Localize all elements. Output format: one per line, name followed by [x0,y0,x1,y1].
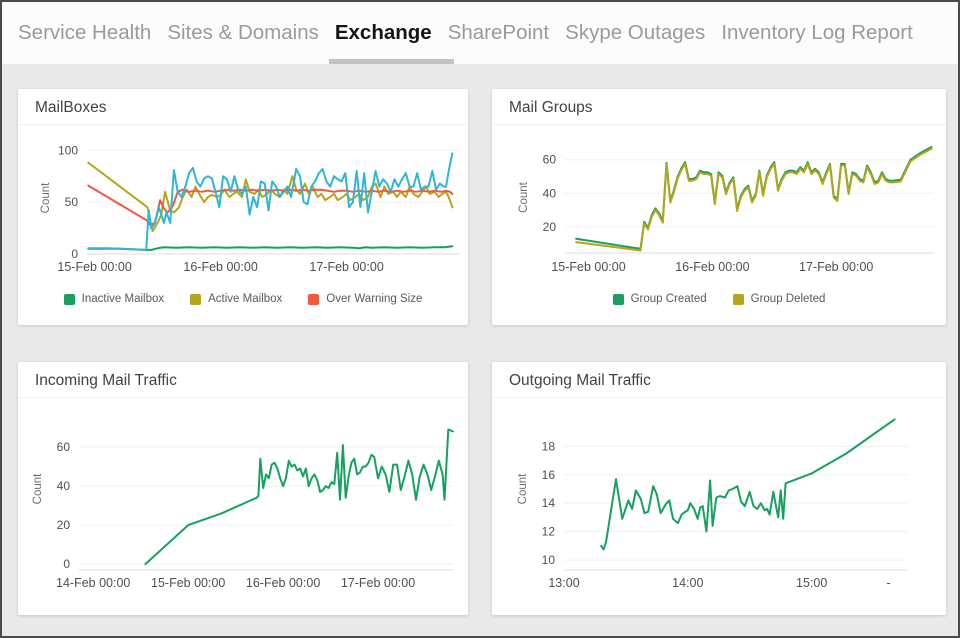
legend-swatch-icon [613,294,624,305]
x-tick-label: - [886,576,890,590]
x-tick-label: 15-Feb 00:00 [151,576,225,590]
y-tick-label: 16 [542,468,556,482]
y-tick-label: 10 [542,553,556,567]
tab-inventory-log-report[interactable]: Inventory Log Report [713,2,920,64]
legend-swatch-icon [64,294,75,305]
y-tick-label: 14 [542,496,556,510]
tab-bar: Service HealthSites & DomainsExchangeSha… [2,2,958,64]
chart-card-mailboxes: MailBoxes 0 50 100 Count 15-Feb 00:00 16-Feb … [18,89,468,325]
tab-sharepoint[interactable]: SharePoint [440,2,557,64]
mail-groups-legend: Group Created Group Deleted [492,293,946,305]
chart-title-incoming-mail: Incoming Mail Traffic [18,362,468,398]
chart-title-outgoing-mail: Outgoing Mail Traffic [492,362,946,398]
legend-item-over-warning-size[interactable]: Over Warning Size [308,293,422,305]
incoming-mail-chart-canvas: 0 20 40 60 Count 14-Feb 00:00 15-Feb 00:00 16-F… [18,398,468,598]
legend-item-inactive-mailbox[interactable]: Inactive Mailbox [64,293,164,305]
x-tick-label: 17-Feb 00:00 [309,260,383,274]
legend-label: Active Mailbox [208,293,282,305]
charts-grid: MailBoxes 050100Count15-Feb 00:0016-Feb … [2,64,958,638]
y-tick-label: 40 [57,479,71,493]
x-tick-label: 15-Feb 00:00 [551,260,625,274]
chart-title-mail-groups: Mail Groups [492,89,946,125]
y-tick-label: 40 [543,186,557,200]
legend-item-active-mailbox[interactable]: Active Mailbox [190,293,282,305]
y-axis-label: Count [517,473,529,504]
tab-exchange[interactable]: Exchange [327,2,440,64]
series-line-group-deleted [576,149,931,251]
x-tick-label: 13:00 [548,576,579,590]
y-tick-label: 100 [58,143,78,157]
x-tick-label: 16-Feb 00:00 [246,576,320,590]
chart-card-incoming-mail: Incoming Mail Traffic 0 20 40 60 Count 14-Feb… [18,362,468,615]
x-tick-label: 14:00 [672,576,703,590]
x-tick-label: 16-Feb 00:00 [183,260,257,274]
legend-label: Inactive Mailbox [82,293,164,305]
y-tick-label: 20 [57,518,71,532]
chart-card-outgoing-mail: Outgoing Mail Traffic 10 12 14 16 18 Count 13:… [492,362,946,615]
tab-sites-domains[interactable]: Sites & Domains [159,2,327,64]
legend-item-group-created[interactable]: Group Created [613,293,707,305]
y-axis-label: Count [518,181,530,212]
chart-title-mailboxes: MailBoxes [18,89,468,125]
y-tick-label: 60 [57,440,71,454]
dashboard-screen: Service HealthSites & DomainsExchangeSha… [0,0,960,638]
legend-swatch-icon [733,294,744,305]
tab-skype-outages[interactable]: Skype Outages [557,2,713,64]
mail-groups-chart-canvas: 20 40 60 Count 15-Feb 00:00 16-Feb 00:00 17-Fe… [492,125,946,290]
legend-label: Over Warning Size [326,293,422,305]
legend-swatch-icon [308,294,319,305]
y-tick-label: 18 [542,439,556,453]
x-tick-label: 17-Feb 00:00 [341,576,415,590]
y-tick-label: 60 [543,153,557,167]
series-line-outgoing-mail [601,419,895,549]
y-tick-label: 50 [65,195,79,209]
y-tick-label: 0 [71,247,78,261]
y-tick-label: 0 [63,557,70,571]
y-axis-label: Count [32,473,44,504]
x-tick-label: 15:00 [796,576,827,590]
x-tick-label: 14-Feb 00:00 [56,576,130,590]
legend-label: Group Deleted [751,293,826,305]
series-line-incoming-mail [145,430,453,565]
x-tick-label: 17-Feb 00:00 [799,260,873,274]
y-axis-label: Count [40,182,52,213]
legend-swatch-icon [190,294,201,305]
y-tick-label: 20 [543,220,557,234]
tab-service-health[interactable]: Service Health [10,2,159,64]
legend-label: Group Created [631,293,707,305]
mailboxes-legend: Inactive Mailbox Active Mailbox Over Warni… [18,293,468,305]
y-tick-label: 12 [542,525,556,539]
x-tick-label: 15-Feb 00:00 [57,260,131,274]
outgoing-mail-chart-canvas: 10 12 14 16 18 Count 13:00 14:00 15:00 - [492,398,946,598]
chart-card-mail-groups: Mail Groups 20 40 60 Count 15-Feb 00:00 16-Fe… [492,89,946,325]
legend-item-group-deleted[interactable]: Group Deleted [733,293,826,305]
mailboxes-chart-canvas: 0 50 100 Count 15-Feb 00:00 16-Feb 00:00 17-Fe… [18,125,468,290]
x-tick-label: 16-Feb 00:00 [675,260,749,274]
